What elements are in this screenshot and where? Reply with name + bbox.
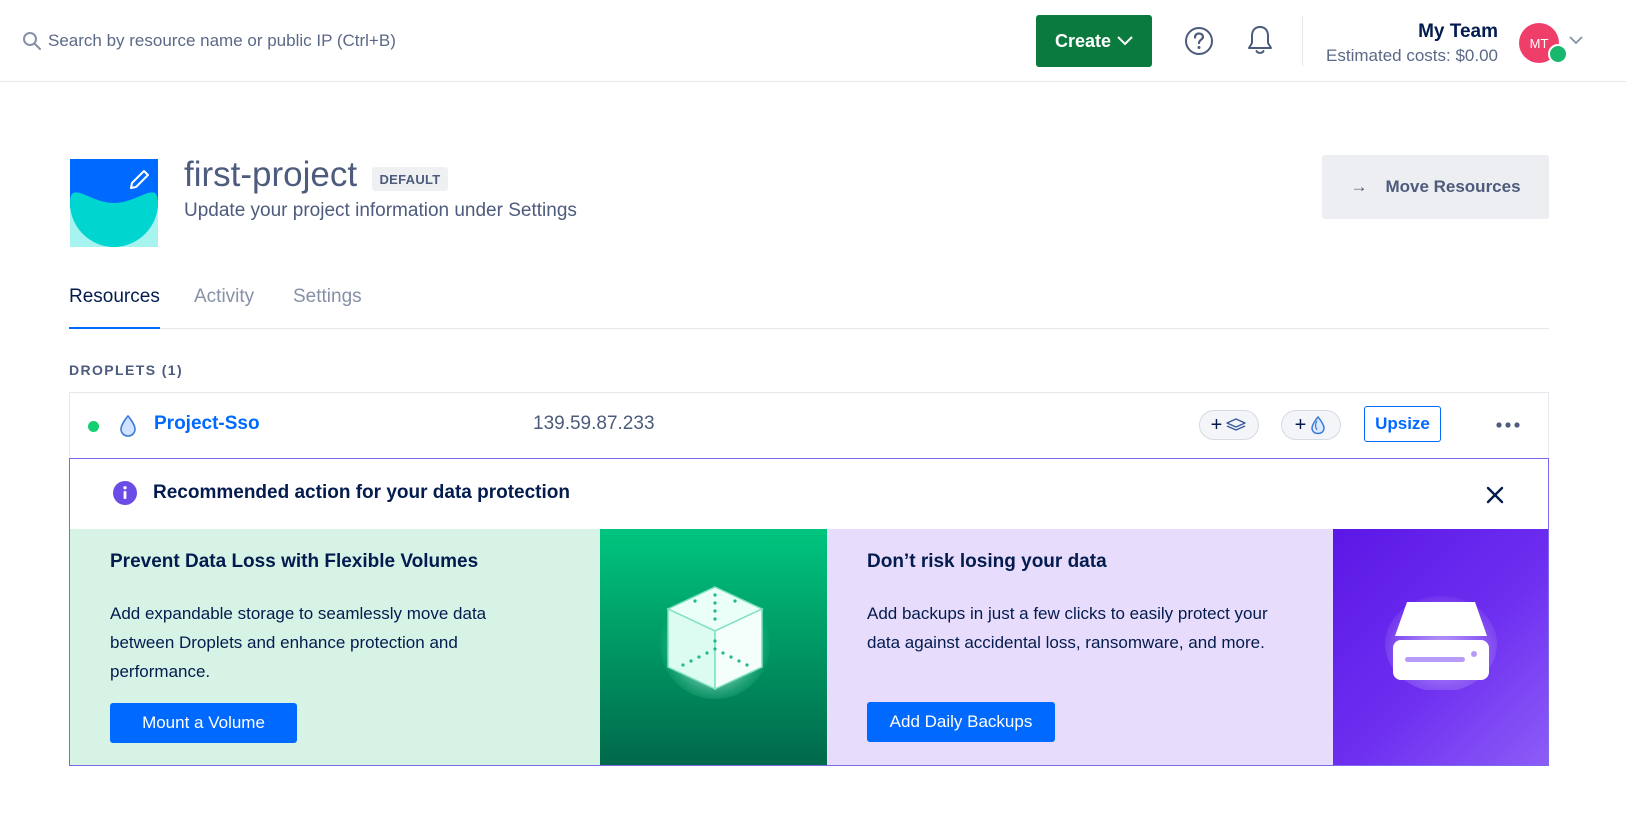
backups-card-text: Add backups in just a few clicks to easi… — [867, 604, 1268, 652]
close-icon[interactable] — [1484, 484, 1506, 506]
droplet-row: Project-Sso 139.59.87.233 + + Upsize — [69, 392, 1549, 458]
bell-icon[interactable] — [1245, 24, 1275, 56]
volumes-card-title: Prevent Data Loss with Flexible Volumes — [110, 551, 479, 572]
drive-icon — [1385, 596, 1497, 690]
tab-settings[interactable]: Settings — [293, 286, 362, 329]
project-description: Update your project information under Se… — [184, 200, 577, 221]
backup-droplet-icon — [1311, 415, 1326, 435]
status-dot-icon — [88, 421, 99, 432]
backups-card-title: Don’t risk losing your data — [867, 551, 1107, 572]
team-name[interactable]: My Team — [1418, 21, 1498, 43]
plus-label: + — [1210, 413, 1223, 436]
project-tabs: Resources Activity Settings — [69, 280, 1549, 329]
move-resources-button[interactable]: → Move Resources — [1322, 155, 1549, 219]
avatar-initials: MT — [1529, 35, 1549, 51]
search-icon — [23, 32, 41, 50]
volumes-card-text: Add expandable storage to seamlessly mov… — [110, 604, 487, 681]
topbar-divider — [1302, 16, 1303, 66]
droplet-name-link[interactable]: Project-Sso — [154, 413, 260, 435]
recommendation-panel: Recommended action for your data protect… — [69, 458, 1549, 766]
droplet-ip: 139.59.87.233 — [533, 413, 655, 434]
droplet-icon — [120, 414, 136, 437]
estimated-costs: Estimated costs: $0.00 — [1326, 46, 1498, 65]
more-icon[interactable] — [1494, 415, 1522, 435]
default-badge: DEFAULT — [372, 167, 448, 191]
upsize-button[interactable]: Upsize — [1364, 406, 1441, 442]
account-chevron-down-icon[interactable] — [1568, 34, 1584, 46]
create-button[interactable]: Create — [1036, 15, 1152, 67]
recommendation-header: Recommended action for your data protect… — [70, 459, 1548, 529]
search-input[interactable] — [48, 26, 568, 56]
recommendation-title: Recommended action for your data protect… — [153, 482, 570, 503]
move-resources-label: Move Resources — [1385, 177, 1521, 196]
backups-card: Don’t risk losing your data Add backups … — [827, 529, 1333, 765]
volumes-card: Prevent Data Loss with Flexible Volumes … — [70, 529, 600, 765]
help-icon[interactable] — [1184, 26, 1214, 56]
add-volume-button[interactable]: + — [1199, 410, 1259, 440]
mount-volume-button[interactable]: Mount a Volume — [110, 703, 297, 743]
top-bar: Create My Team Estimated costs: $0.00 MT — [0, 0, 1626, 82]
backups-illustration — [1333, 529, 1548, 765]
volumes-illustration — [600, 529, 827, 765]
project-name: first-project — [184, 155, 358, 194]
cube-icon — [660, 586, 770, 699]
chevron-down-icon — [1117, 36, 1133, 46]
tab-resources[interactable]: Resources — [69, 286, 160, 329]
droplets-section-title: DROPLETS (1) — [69, 362, 184, 378]
project-logo-icon[interactable] — [70, 159, 158, 247]
add-backup-button[interactable]: + — [1281, 410, 1341, 440]
volume-icon — [1226, 418, 1247, 431]
create-button-label: Create — [1054, 30, 1112, 51]
info-icon — [113, 481, 137, 505]
tab-activity[interactable]: Activity — [194, 286, 254, 329]
plus-label: + — [1294, 413, 1307, 436]
add-daily-backups-button[interactable]: Add Daily Backups — [867, 702, 1055, 742]
team-badge-icon — [1548, 44, 1568, 64]
arrow-right-icon: → — [1350, 177, 1368, 196]
